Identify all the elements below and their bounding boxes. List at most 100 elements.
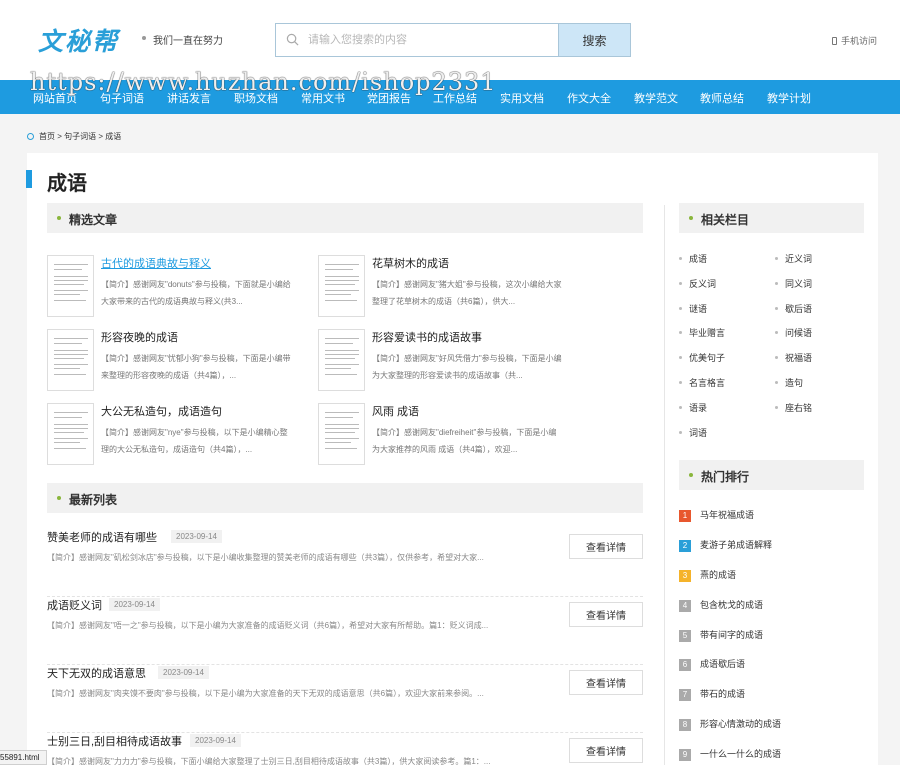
featured-item[interactable]: 大公无私造句，成语造句 【简介】感谢网友"nye"参与投稿，以下是小编精心整理的…: [47, 403, 307, 467]
view-details-button[interactable]: 查看详情: [569, 534, 643, 559]
breadcrumb-level1[interactable]: 句子词语: [64, 132, 96, 141]
related-link[interactable]: 座右铭: [775, 401, 812, 414]
mobile-link[interactable]: 手机访问: [832, 34, 877, 47]
featured-title[interactable]: 形容夜晚的成语: [101, 329, 178, 345]
featured-header: 精选文章: [47, 203, 643, 233]
featured-desc: 【简介】感谢网友"diefreiheit"参与投稿，下面是小编为大家推荐的风雨 …: [372, 428, 557, 454]
list-item-title[interactable]: 成语贬义词: [47, 597, 102, 613]
related-link[interactable]: 毕业赠言: [679, 326, 725, 339]
list-item-summary: 【简介】感谢网友"唔一之"参与投稿，以下是小编为大家准备的成语贬义词（共6篇），…: [47, 621, 489, 630]
nav-item-work-summary[interactable]: 工作总结: [433, 90, 477, 106]
featured-item[interactable]: 形容爱读书的成语故事 【简介】感谢网友"好风凭借力"参与投稿，下面是小编为大家整…: [318, 329, 578, 393]
list-item-date: 2023-09-14: [190, 734, 241, 747]
featured-title[interactable]: 古代的成语典故与释义: [101, 255, 211, 271]
nav-item-party-reports[interactable]: 党团报告: [367, 90, 411, 106]
list-item-title[interactable]: 士别三日,刮目相待成语故事: [47, 733, 182, 749]
slogan: 我们一直在努力: [153, 36, 223, 47]
view-details-button[interactable]: 查看详情: [569, 670, 643, 695]
view-details-button[interactable]: 查看详情: [569, 738, 643, 763]
document-thumbnail[interactable]: [47, 255, 94, 317]
bullet-dot: [775, 381, 778, 384]
header: 文秘帮 我们一直在努力 搜索 手机访问: [0, 0, 900, 80]
rank-badge: 5: [679, 630, 691, 642]
hot-item-title: 麦游子弟成语解释: [700, 540, 773, 550]
featured-item[interactable]: 古代的成语典故与释义 【简介】感谢网友"donuts"参与投稿，下面就是小编给大…: [47, 255, 307, 319]
bullet-dot: [57, 216, 61, 220]
related-link[interactable]: 名言格言: [679, 376, 725, 389]
nav-item-documents[interactable]: 常用文书: [301, 90, 345, 106]
hot-item[interactable]: 7 带石的成语: [679, 687, 745, 701]
bullet-dot: [689, 473, 693, 477]
nav-item-home[interactable]: 网站首页: [33, 90, 77, 106]
bullet-dot: [689, 216, 693, 220]
related-link[interactable]: 成语: [679, 252, 707, 265]
related-link[interactable]: 同义词: [775, 277, 812, 290]
related-link[interactable]: 歇后语: [775, 302, 812, 315]
featured-title[interactable]: 形容爱读书的成语故事: [372, 329, 482, 345]
document-thumbnail[interactable]: [47, 329, 94, 391]
document-thumbnail[interactable]: [47, 403, 94, 465]
hot-item[interactable]: 3 熹的成语: [679, 568, 736, 582]
page-title: 成语: [47, 173, 87, 195]
nav-item-essays[interactable]: 作文大全: [567, 90, 611, 106]
nav-item-teacher-summary[interactable]: 教师总结: [700, 90, 744, 106]
featured-title[interactable]: 大公无私造句，成语造句: [101, 403, 222, 419]
list-item-title[interactable]: 赞美老师的成语有哪些: [47, 529, 157, 545]
document-thumbnail[interactable]: [318, 329, 365, 391]
nav-item-sentences[interactable]: 句子词语: [100, 90, 144, 106]
nav-item-speeches[interactable]: 讲话发言: [167, 90, 211, 106]
document-thumbnail[interactable]: [318, 403, 365, 465]
related-link-label: 祝福语: [785, 353, 813, 363]
list-item-summary: 【简介】感谢网友"肉夹馍不要肉"参与投稿，以下是小编为大家准备的天下无双的成语意…: [47, 689, 484, 698]
featured-item[interactable]: 形容夜晚的成语 【简介】感谢网友"忧郁小狗"参与投稿，下面是小编带来整理的形容夜…: [47, 329, 307, 393]
nav-item-workplace[interactable]: 职场文档: [234, 90, 278, 106]
related-link[interactable]: 语录: [679, 401, 707, 414]
featured-item[interactable]: 花草树木的成语 【简介】感谢网友"猪大姐"参与投稿，这次小编给大家整理了花草树木…: [318, 255, 578, 319]
related-link[interactable]: 反义词: [679, 277, 716, 290]
nav-item-practical[interactable]: 实用文档: [500, 90, 544, 106]
hot-item[interactable]: 1 马年祝福成语: [679, 508, 754, 522]
hot-item[interactable]: 6 成语歇后语: [679, 657, 745, 671]
bullet-dot: [679, 282, 682, 285]
related-link-label: 造句: [785, 378, 804, 388]
list-item-title[interactable]: 天下无双的成语意思: [47, 665, 146, 681]
related-link[interactable]: 祝福语: [775, 351, 812, 364]
search-button[interactable]: 搜索: [558, 24, 630, 56]
related-link[interactable]: 问候语: [775, 326, 812, 339]
nav-item-teaching-plans[interactable]: 教学计划: [767, 90, 811, 106]
related-link-label: 成语: [689, 254, 708, 264]
site-logo[interactable]: 文秘帮: [38, 22, 119, 58]
list-item: 赞美老师的成语有哪些 2023-09-14 【简介】感谢网友"矶松剑冰店"参与投…: [47, 529, 643, 597]
hot-item[interactable]: 5 带有间字的成语: [679, 628, 763, 642]
related-link[interactable]: 造句: [775, 376, 803, 389]
page: 文秘帮 我们一直在努力 搜索 手机访问 网站首页 句子词语 讲话发言 职场文档 …: [0, 0, 900, 765]
main-nav: 网站首页 句子词语 讲话发言 职场文档 常用文书 党团报告 工作总结 实用文档 …: [0, 80, 900, 114]
featured-title[interactable]: 风雨 成语: [372, 403, 419, 419]
mobile-link-label: 手机访问: [841, 36, 878, 46]
featured-desc: 【简介】感谢网友"忧郁小狗"参与投稿，下面是小编带来整理的形容夜晚的成语（共4篇…: [101, 354, 291, 380]
list-item: 成语贬义词 2023-09-14 【简介】感谢网友"唔一之"参与投稿，以下是小编…: [47, 597, 643, 665]
hot-item[interactable]: 8 形容心情激动的成语: [679, 717, 781, 731]
featured-item[interactable]: 风雨 成语 【简介】感谢网友"diefreiheit"参与投稿，下面是小编为大家…: [318, 403, 578, 467]
breadcrumb-current: 成语: [105, 132, 122, 141]
hot-item[interactable]: 2 麦游子弟成语解释: [679, 538, 772, 552]
hot-item[interactable]: 9 一什么一什么的成语: [679, 747, 781, 761]
related-link-label: 歇后语: [785, 304, 813, 314]
related-link[interactable]: 谜语: [679, 302, 707, 315]
view-details-button[interactable]: 查看详情: [569, 602, 643, 627]
related-link-label: 优美句子: [689, 353, 726, 363]
featured-title[interactable]: 花草树木的成语: [372, 255, 449, 271]
related-link-label: 反义词: [689, 279, 717, 289]
hot-item-title: 形容心情激动的成语: [700, 719, 782, 729]
related-link[interactable]: 近义词: [775, 252, 812, 265]
related-link[interactable]: 词语: [679, 426, 707, 439]
hot-item-title: 成语歇后语: [700, 659, 746, 669]
related-link-label: 谜语: [689, 304, 708, 314]
document-thumbnail[interactable]: [318, 255, 365, 317]
bullet-dot: [679, 331, 682, 334]
breadcrumb-home[interactable]: 首页: [39, 132, 55, 141]
hot-item[interactable]: 4 包含枕戈的成语: [679, 598, 763, 612]
search-input[interactable]: [308, 24, 558, 56]
related-link[interactable]: 优美句子: [679, 351, 725, 364]
nav-item-teaching-samples[interactable]: 教学范文: [634, 90, 678, 106]
